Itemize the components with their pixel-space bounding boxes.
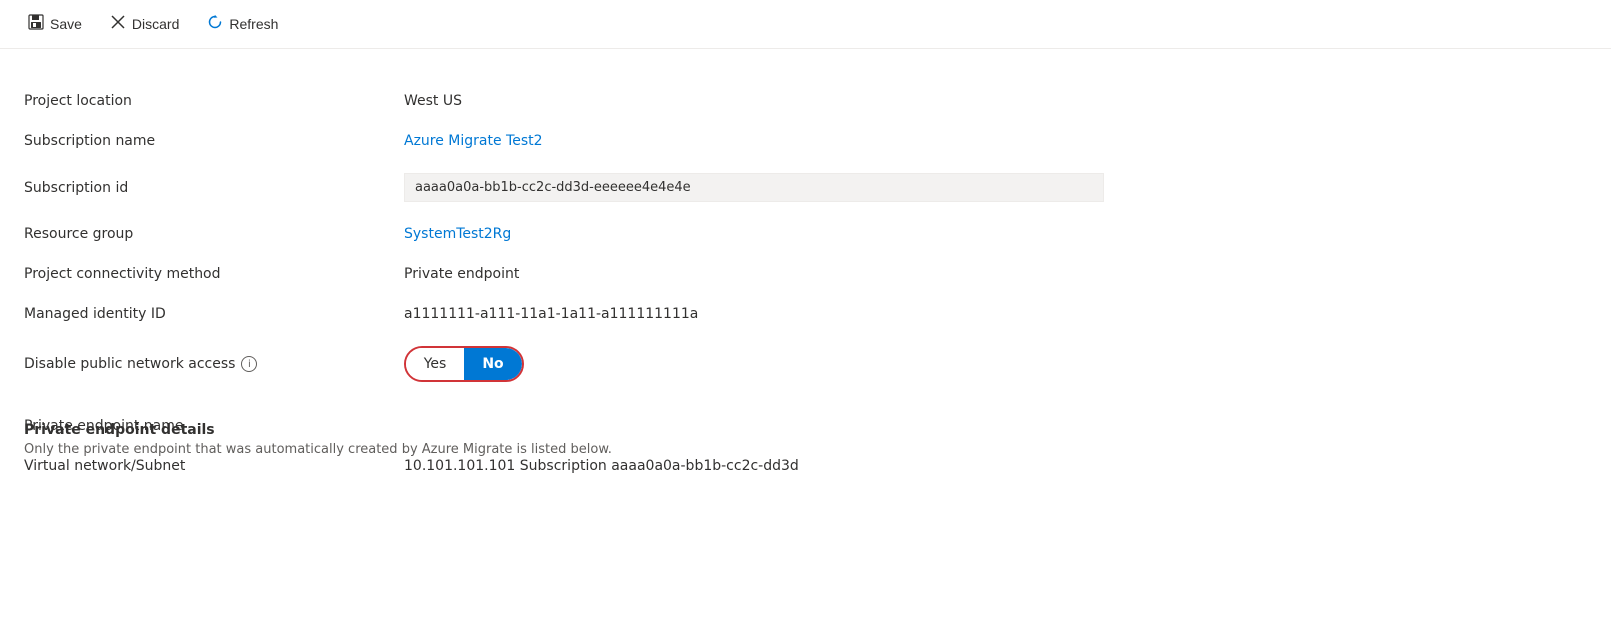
- project-location-value: West US: [404, 81, 1587, 121]
- private-endpoint-name-value: [404, 410, 1587, 446]
- connectivity-method-value: Private endpoint: [404, 254, 1587, 294]
- resource-group-value[interactable]: SystemTest2Rg: [404, 214, 1587, 254]
- subscription-id-value: aaaa0a0a-bb1b-cc2c-dd3d-eeeeee4e4e4e: [404, 161, 1587, 214]
- managed-identity-label: Managed identity ID: [24, 294, 404, 334]
- connectivity-method-label: Project connectivity method: [24, 254, 404, 294]
- info-icon[interactable]: i: [241, 356, 257, 372]
- subscription-name-label: Subscription name: [24, 121, 404, 161]
- subscription-name-value[interactable]: Azure Migrate Test2: [404, 121, 1587, 161]
- virtual-network-value: 10.101.101.101 Subscription aaaa0a0a-bb1…: [404, 446, 1587, 486]
- virtual-network-label: Virtual network/Subnet: [24, 446, 404, 486]
- toggle-no-option[interactable]: No: [464, 348, 522, 380]
- private-endpoint-name-label: Private endpoint name: [24, 410, 404, 446]
- save-button[interactable]: Save: [16, 8, 94, 40]
- refresh-button[interactable]: Refresh: [195, 8, 290, 40]
- discard-label: Discard: [132, 16, 179, 32]
- toolbar: Save Discard Refresh: [0, 0, 1611, 49]
- disable-public-access-label: Disable public network access i: [24, 334, 404, 394]
- refresh-label: Refresh: [229, 16, 278, 32]
- project-location-label: Project location: [24, 81, 404, 121]
- section-divider: Private endpoint details Only the privat…: [24, 394, 1587, 410]
- discard-button[interactable]: Discard: [98, 8, 191, 40]
- managed-identity-value: a1111111-a111-11a1-1a11-a111111111a: [404, 294, 1587, 334]
- discard-icon: [110, 14, 126, 34]
- subscription-id-box: aaaa0a0a-bb1b-cc2c-dd3d-eeeeee4e4e4e: [404, 173, 1104, 202]
- save-label: Save: [50, 16, 82, 32]
- disable-public-access-toggle: Yes No: [404, 334, 1587, 394]
- main-content: Project location West US Subscription na…: [0, 49, 1611, 510]
- refresh-icon: [207, 14, 223, 34]
- subscription-id-label: Subscription id: [24, 161, 404, 214]
- resource-group-label: Resource group: [24, 214, 404, 254]
- toggle-yes-option[interactable]: Yes: [406, 348, 464, 380]
- save-icon: [28, 14, 44, 34]
- properties-grid: Project location West US Subscription na…: [24, 81, 1587, 486]
- yes-no-toggle[interactable]: Yes No: [404, 346, 524, 382]
